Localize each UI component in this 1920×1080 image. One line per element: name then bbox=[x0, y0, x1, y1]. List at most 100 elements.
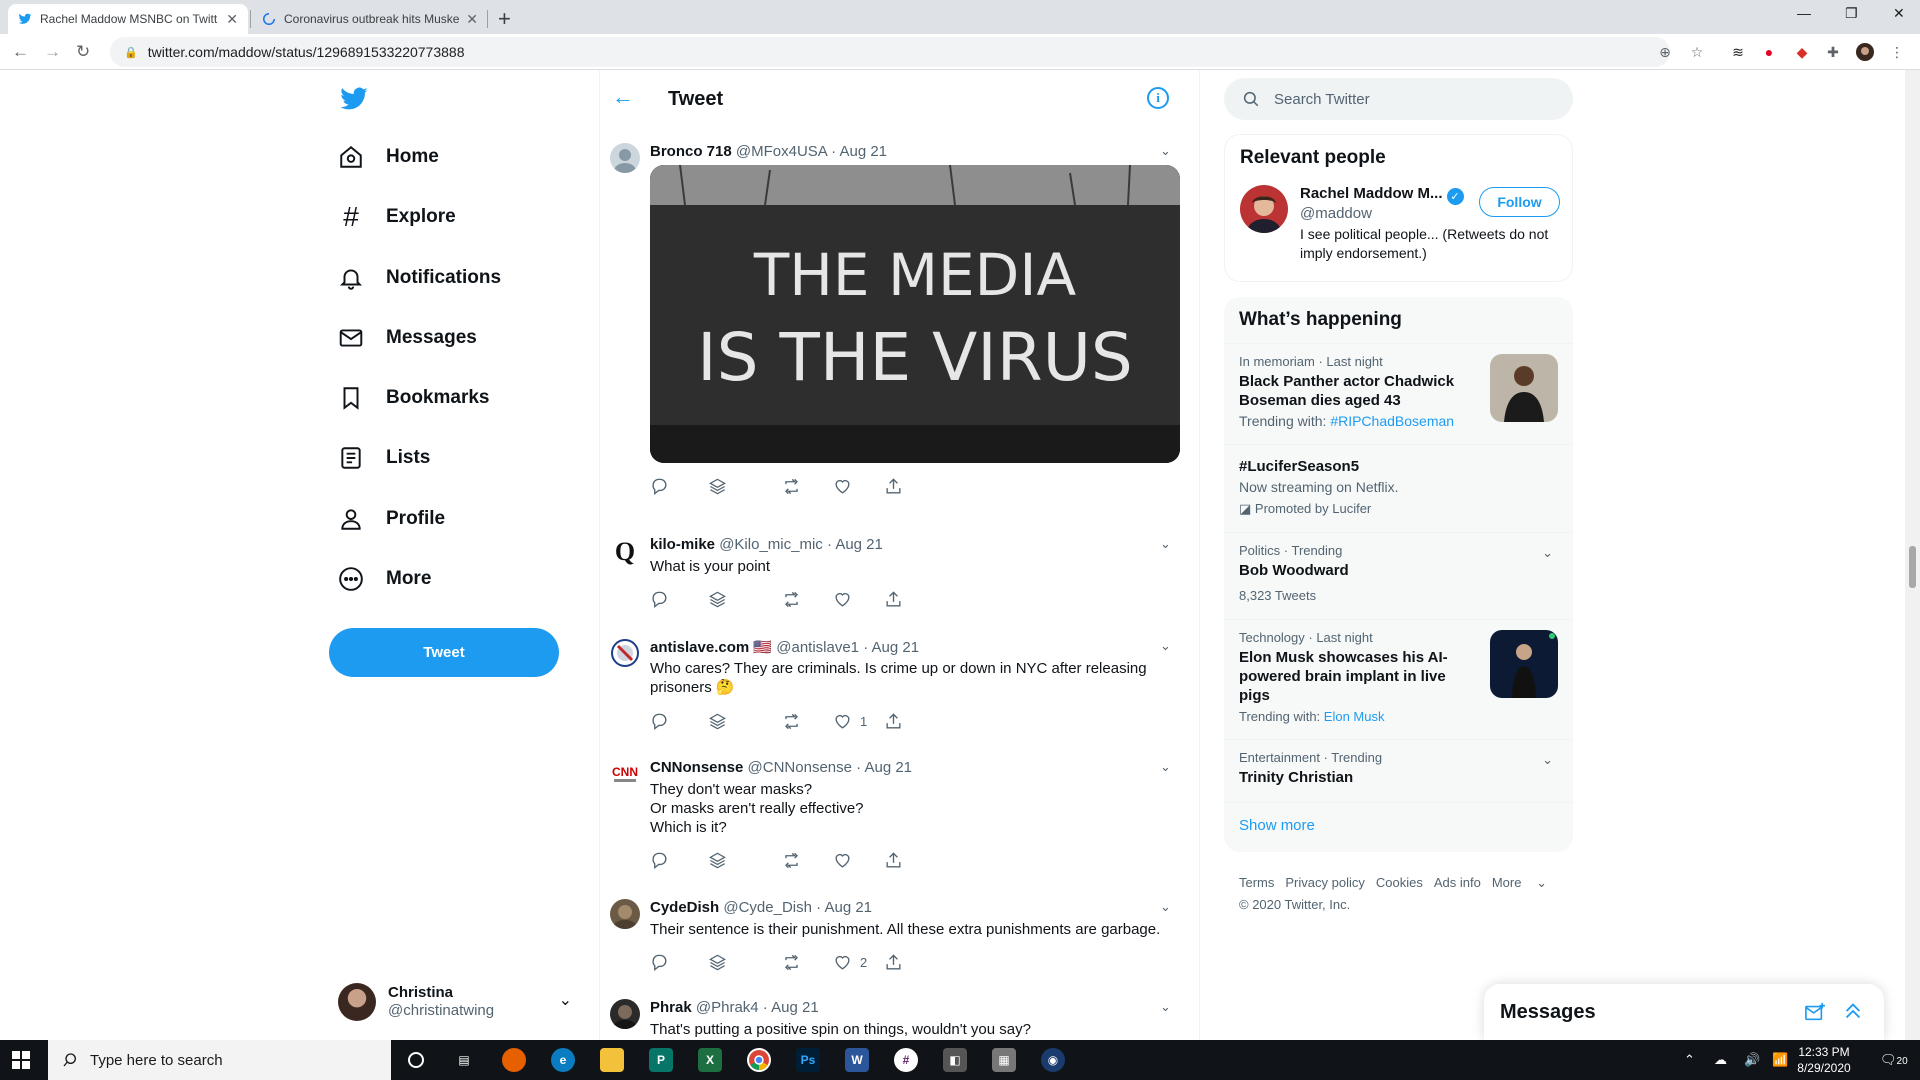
like-button[interactable] bbox=[833, 589, 852, 609]
new-tab-icon[interactable]: + bbox=[498, 6, 511, 32]
stack-button[interactable] bbox=[708, 850, 727, 870]
like-button[interactable] bbox=[833, 476, 852, 496]
share-button[interactable] bbox=[884, 850, 903, 870]
restore-icon[interactable]: ❐ bbox=[1845, 5, 1858, 22]
pinterest-extension-icon[interactable]: ● bbox=[1760, 43, 1778, 61]
publisher-icon[interactable]: P bbox=[649, 1048, 673, 1072]
window-close-icon[interactable]: ✕ bbox=[1893, 5, 1905, 22]
firefox-icon[interactable] bbox=[502, 1048, 526, 1072]
twitter-logo-icon[interactable] bbox=[336, 84, 372, 114]
tab-close-icon[interactable]: ✕ bbox=[466, 11, 478, 28]
tweet-image[interactable]: THE MEDIA IS THE VIRUS bbox=[650, 165, 1180, 463]
reply-button[interactable] bbox=[650, 589, 669, 609]
reply-tweet[interactable]: Bronco 718 @MFox4USA · Aug 21 ⌄ THE MEDI… bbox=[600, 143, 1199, 513]
footer-link[interactable]: Cookies bbox=[1376, 875, 1423, 890]
reply-date[interactable]: Aug 21 bbox=[771, 999, 819, 1016]
tweet-button[interactable]: Tweet bbox=[329, 628, 559, 677]
nav-item-more[interactable]: More bbox=[336, 559, 431, 599]
reply-date[interactable]: Aug 21 bbox=[839, 143, 887, 160]
reply-button[interactable] bbox=[650, 711, 669, 731]
back-icon[interactable]: ← bbox=[12, 42, 29, 62]
reply-author-name[interactable]: antislave.com bbox=[650, 639, 749, 656]
retweet-button[interactable] bbox=[782, 711, 801, 731]
chevron-down-icon[interactable]: ⌄ bbox=[1160, 899, 1171, 915]
onedrive-icon[interactable]: ☁ bbox=[1714, 1052, 1727, 1068]
info-icon[interactable]: i bbox=[1147, 87, 1169, 109]
retweet-button[interactable] bbox=[782, 589, 801, 609]
relevant-person[interactable]: Rachel Maddow M... ✓ @maddow Follow I see… bbox=[1225, 181, 1572, 281]
chevron-down-icon[interactable]: ⌄ bbox=[1160, 143, 1171, 159]
chevron-down-icon[interactable]: ⌄ bbox=[1160, 999, 1171, 1015]
like-button[interactable]: 2 bbox=[833, 952, 867, 972]
task-view-icon[interactable]: ▤ bbox=[452, 1048, 476, 1072]
slack-icon[interactable]: # bbox=[894, 1048, 918, 1072]
photoshop-icon[interactable]: Ps bbox=[796, 1048, 820, 1072]
trend-item[interactable]: #LuciferSeason5 Now streaming on Netflix… bbox=[1224, 444, 1573, 532]
excel-icon[interactable]: X bbox=[698, 1048, 722, 1072]
volume-icon[interactable]: 🔊 bbox=[1744, 1052, 1760, 1068]
reply-tweet[interactable]: antislave.com 🇺🇸 @antislave1 · Aug 21 ⌄ … bbox=[600, 638, 1199, 738]
network-icon[interactable]: 📶 bbox=[1772, 1052, 1788, 1068]
person-name[interactable]: Rachel Maddow M... bbox=[1300, 185, 1443, 202]
footer-link[interactable]: Ads info bbox=[1434, 875, 1481, 890]
chevron-up-double-icon[interactable] bbox=[1842, 1000, 1864, 1022]
profile-avatar-icon[interactable] bbox=[1856, 43, 1874, 61]
stack-button[interactable] bbox=[708, 952, 727, 972]
page-scrollbar[interactable] bbox=[1905, 70, 1920, 1040]
account-switcher[interactable]: Christina @christinatwing ⌄ bbox=[338, 980, 578, 1024]
forward-icon[interactable]: → bbox=[44, 42, 61, 62]
notification-center-icon[interactable]: 🗨20 bbox=[1880, 1052, 1908, 1068]
share-button[interactable] bbox=[884, 952, 903, 972]
search-input[interactable]: Search Twitter bbox=[1224, 78, 1573, 120]
reply-author-name[interactable]: Phrak bbox=[650, 999, 692, 1016]
windows-start-icon[interactable] bbox=[12, 1051, 30, 1069]
stack-button[interactable] bbox=[708, 711, 727, 731]
footer-link[interactable]: Privacy policy bbox=[1285, 875, 1364, 890]
share-button[interactable] bbox=[884, 711, 903, 731]
chevron-down-icon[interactable]: ⌄ bbox=[1160, 638, 1171, 654]
bookmark-star-icon[interactable]: ☆ bbox=[1688, 43, 1706, 61]
share-button[interactable] bbox=[884, 476, 903, 496]
word-icon[interactable]: W bbox=[845, 1048, 869, 1072]
messages-drawer[interactable]: Messages bbox=[1484, 984, 1884, 1040]
footer-link-more[interactable]: More ⌄ bbox=[1492, 875, 1558, 890]
file-explorer-icon[interactable] bbox=[600, 1048, 624, 1072]
like-button[interactable]: 1 bbox=[833, 711, 867, 731]
reply-date[interactable]: Aug 21 bbox=[864, 759, 912, 776]
taskbar-clock[interactable]: 12:33 PM 8/29/2020 bbox=[1794, 1044, 1854, 1076]
back-arrow-icon[interactable]: ← bbox=[612, 84, 634, 110]
tray-chevron-up-icon[interactable]: ⌃ bbox=[1684, 1052, 1695, 1068]
chevron-down-icon[interactable]: ⌄ bbox=[1542, 752, 1553, 768]
retweet-button[interactable] bbox=[782, 952, 801, 972]
reply-tweet[interactable]: Phrak @Phrak4 · Aug 21 ⌄ That's putting … bbox=[600, 999, 1199, 1040]
chevron-down-icon[interactable]: ⌄ bbox=[1160, 536, 1171, 552]
reply-author-name[interactable]: CNNonsense bbox=[650, 759, 743, 776]
minimize-icon[interactable]: — bbox=[1797, 5, 1811, 21]
browser-tab-active[interactable]: Rachel Maddow MSNBC on Twitt ✕ bbox=[8, 4, 248, 34]
cortana-icon[interactable] bbox=[404, 1048, 428, 1072]
chrome-icon[interactable] bbox=[747, 1048, 771, 1072]
extensions-puzzle-icon[interactable]: ✚ bbox=[1824, 43, 1842, 61]
reply-tweet[interactable]: CNN CNNonsense @CNNonsense · Aug 21 ⌄ Th… bbox=[600, 759, 1199, 879]
trend-link[interactable]: #RIPChadBoseman bbox=[1330, 413, 1454, 429]
trend-item[interactable]: Politics · Trending Bob Woodward 8,323 T… bbox=[1224, 532, 1573, 619]
retweet-button[interactable] bbox=[782, 850, 801, 870]
show-more-link[interactable]: Show more bbox=[1224, 802, 1573, 848]
follow-button[interactable]: Follow bbox=[1479, 187, 1560, 217]
new-message-icon[interactable] bbox=[1804, 1002, 1826, 1022]
app-icon[interactable]: ◉ bbox=[1041, 1048, 1065, 1072]
zoom-icon[interactable]: ⊕ bbox=[1656, 43, 1674, 61]
reply-date[interactable]: Aug 21 bbox=[824, 899, 872, 916]
nav-item-messages[interactable]: Messages bbox=[336, 318, 477, 358]
nav-item-home[interactable]: Home bbox=[336, 137, 439, 177]
retweet-button[interactable] bbox=[782, 476, 801, 496]
reply-date[interactable]: Aug 21 bbox=[872, 639, 920, 656]
footer-link[interactable]: Terms bbox=[1239, 875, 1274, 890]
browser-menu-icon[interactable]: ⋮ bbox=[1888, 43, 1906, 61]
reply-tweet[interactable]: CydeDish @Cyde_Dish · Aug 21 ⌄ Their sen… bbox=[600, 899, 1199, 979]
trend-item[interactable]: Entertainment · Trending Trinity Christi… bbox=[1224, 739, 1573, 802]
reply-button[interactable] bbox=[650, 476, 669, 496]
stack-button[interactable] bbox=[708, 589, 727, 609]
reply-button[interactable] bbox=[650, 952, 669, 972]
tab-close-icon[interactable]: ✕ bbox=[226, 11, 238, 28]
